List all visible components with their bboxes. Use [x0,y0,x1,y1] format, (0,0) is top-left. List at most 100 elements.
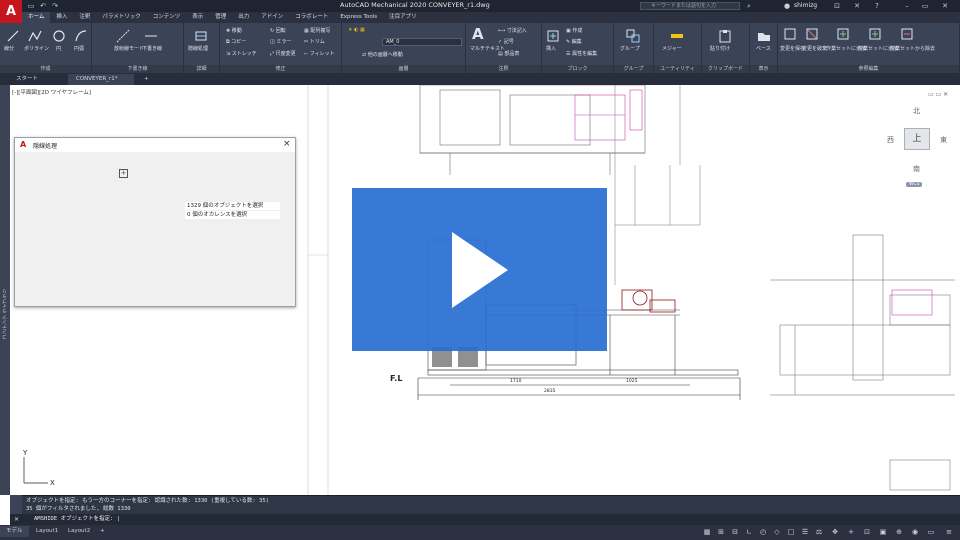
move-button[interactable]: ✥ 移動 [226,27,242,34]
viewcube-south[interactable]: 南 [913,164,920,174]
paste-button[interactable]: 貼り付け [710,45,730,52]
lock-ui-icon[interactable]: ⊕ [894,527,904,537]
xline-mode-button[interactable]: 放射線モード [114,45,144,52]
maximize-icon[interactable]: ▭ [920,1,930,11]
tab-manage[interactable]: 管理 [209,12,232,23]
redo-icon[interactable]: ↷ [50,1,60,11]
panel-label-utility[interactable]: ユーティリティ [654,65,701,73]
cart-icon[interactable]: ⊡ [832,1,842,11]
user-name[interactable]: shimizg [794,2,817,9]
polar-icon[interactable]: ◴ [758,527,768,537]
panel-label-draw[interactable]: 作成 [0,65,91,73]
insert-block-button[interactable]: 挿入 [546,45,556,52]
model-space-icon[interactable]: ▦ [702,527,712,537]
search-icon[interactable]: ⌕ [744,1,754,11]
panel-label-refedit[interactable]: 参照編集 [778,65,959,73]
tab-parametric[interactable]: パラメトリック [96,12,146,23]
tab-featured-apps[interactable]: 注目アプリ [383,12,423,23]
circle-button[interactable]: 円 [56,45,61,52]
tab-addins[interactable]: アドイン [255,12,289,23]
add-layout-button[interactable]: + [94,526,111,537]
bom-button[interactable]: ▤ 部品表 [498,50,519,57]
layer-move-button[interactable]: ⇄ 他の画層へ移動 [362,51,403,58]
annotation-scale-icon[interactable]: ⚖ [814,527,824,537]
video-play-overlay[interactable] [352,188,607,351]
panel-label-clipboard[interactable]: クリップボード [702,65,749,73]
copy-button[interactable]: ⧉ コピー [226,38,246,45]
tab-model[interactable]: モデル [0,526,29,537]
symbol-button[interactable]: ✓ 記号 [498,38,514,45]
undo-icon[interactable]: ↶ [38,1,48,11]
array-button[interactable]: ▦ 配列複写 [304,27,330,34]
panel-label-annotation[interactable]: 注釈 [466,65,541,73]
line-button[interactable]: 線分 [4,45,14,52]
command-input[interactable]: AMSHIDE オブジェクトを指定: | [10,514,960,525]
construction-line-button[interactable]: 下書き線 [142,45,162,52]
rotate-button[interactable]: ↻ 回転 [270,27,286,34]
save-icon[interactable]: ▭ [26,1,36,11]
tab-annotate[interactable]: 注釈 [73,12,96,23]
panel-label-detail[interactable]: 詳細 [184,65,219,73]
panel-label-layers[interactable]: 画層 [342,65,465,73]
snap-icon[interactable]: ⊟ [730,527,740,537]
minimize-icon[interactable]: – [902,1,912,11]
edit-attribute-button[interactable]: ☰ 属性を編集 [566,50,597,57]
content-library-label[interactable]: コンテンツ ライブラリ [1,280,9,340]
measure-button[interactable]: メジャー [662,45,682,52]
dimension-button[interactable]: ⟷ 寸法記入 [498,27,527,34]
workspace-icon[interactable]: ✥ [830,527,840,537]
panel-label-block[interactable]: ブロック [542,65,613,73]
fillet-button[interactable]: ⌐ フィレット [304,50,335,57]
arc-button[interactable]: 円弧 [74,45,84,52]
tab-express-tools[interactable]: Express Tools [334,12,383,23]
new-tab-button[interactable]: + [136,74,157,85]
tab-home[interactable]: ホーム [22,12,51,23]
command-close-icon[interactable]: ✕ [14,516,19,523]
panel-label-modify[interactable]: 修正 [220,65,341,73]
viewcube-top[interactable]: 上 [904,128,930,150]
panel-label-view[interactable]: 表示 [750,65,777,73]
clean-screen-icon[interactable]: ▭ [926,527,936,537]
autocad-logo-icon[interactable]: A [0,0,22,24]
panel-label-group[interactable]: グループ [614,65,653,73]
exchange-icon[interactable]: ✕ [852,1,862,11]
tab-layout1[interactable]: Layout1 [30,526,64,537]
viewcube-west[interactable]: 西 [887,135,894,145]
viewport-window-controls[interactable]: ▭ ▭ ✕ [928,91,948,98]
grid-icon[interactable]: ⊞ [716,527,726,537]
viewcube-east[interactable]: 東 [940,135,947,145]
hide-line-button[interactable]: 隠線処理 [188,45,208,52]
tab-layout2[interactable]: Layout2 [62,526,96,537]
quick-properties-icon[interactable]: ▣ [878,527,888,537]
units-icon[interactable]: ⊡ [862,527,872,537]
layer-state-icon[interactable]: ☀ ◐ ▦ [348,27,365,33]
mirror-button[interactable]: ◫ ミラー [270,38,291,45]
tab-start[interactable]: スタート [8,74,46,85]
search-input[interactable]: キーワードまたは語句を入力 [640,2,740,10]
edit-block-button[interactable]: ✎ 編集 [566,38,582,45]
tab-output[interactable]: 出力 [232,12,255,23]
base-view-button[interactable]: ベース [756,45,771,52]
wcs-menu[interactable]: WCS [906,182,923,187]
scale-button[interactable]: ⤢ 尺度変更 [270,50,296,57]
viewcube-north[interactable]: 北 [913,106,920,116]
remove-from-workset-button[interactable]: 作業セットから除去 [890,45,935,52]
isodraft-icon[interactable]: ◇ [772,527,782,537]
customize-menu-icon[interactable]: ≡ [944,527,954,537]
trim-button[interactable]: ✂ トリム [304,38,325,45]
osnap-icon[interactable]: □ [786,527,796,537]
tab-content[interactable]: コンテンツ [147,12,187,23]
tab-view[interactable]: 表示 [186,12,209,23]
layer-dropdown[interactable]: AM_0 [382,38,462,46]
panel-label-construction[interactable]: 下書き線 [92,65,183,73]
create-block-button[interactable]: ▣ 作成 [566,27,582,34]
dialog-close-icon[interactable]: × [283,139,291,149]
help-icon[interactable]: ? [872,1,882,11]
tab-insert[interactable]: 挿入 [50,12,73,23]
tab-collaborate[interactable]: コラボレート [289,12,334,23]
polyline-button[interactable]: ポリライン [24,45,49,52]
lineweight-icon[interactable]: ☰ [800,527,810,537]
isolate-objects-icon[interactable]: ◉ [910,527,920,537]
annotation-monitor-icon[interactable]: + [846,527,856,537]
user-icon[interactable]: ● [782,1,792,11]
